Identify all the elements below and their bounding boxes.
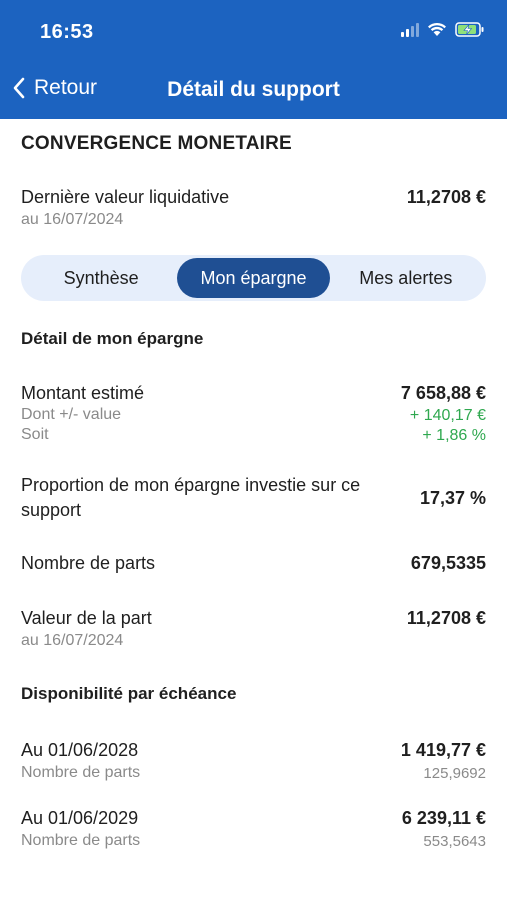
- echeance-amount: 1 419,77 €: [400, 740, 486, 760]
- vl-row: Dernière valeur liquidative au 16/07/202…: [21, 187, 486, 229]
- echeance-row: Au 01/06/2029 Nombre de parts 6 239,11 €…: [21, 808, 486, 850]
- vl-value: 11,2708 €: [406, 187, 486, 207]
- valeur-part-date: au 16/07/2024: [21, 632, 124, 649]
- fund-name: CONVERGENCE MONETAIRE: [21, 133, 292, 154]
- status-bar: 16:53: [0, 0, 507, 64]
- tab-mon-epargne[interactable]: Mon épargne: [177, 258, 330, 298]
- section-title-disponibilite: Disponibilité par échéance: [21, 684, 237, 703]
- montant-label: Montant estimé: [21, 383, 145, 403]
- tab-switcher: Synthèse Mon épargne Mes alertes: [21, 255, 486, 301]
- montant-row: Montant estimé Dont +/- value Soit 7 658…: [21, 383, 486, 445]
- echeance-parts-value: 125,9692: [423, 765, 486, 782]
- echeance-row: Au 01/06/2028 Nombre de parts 1 419,77 €…: [21, 740, 486, 782]
- plus-value-label: Dont +/- value: [21, 406, 122, 423]
- plus-value-value: + 140,17 €: [409, 407, 486, 424]
- nav-bar: Retour Détail du support: [0, 70, 507, 110]
- vl-label: Dernière valeur liquidative: [21, 187, 230, 207]
- montant-value: 7 658,88 €: [400, 383, 486, 403]
- soit-label: Soit: [21, 426, 49, 443]
- echeance-amount: 6 239,11 €: [401, 808, 486, 828]
- valeur-part-label: Valeur de la part: [21, 608, 152, 628]
- parts-label: Nombre de parts: [21, 553, 156, 573]
- signal-icon: [401, 22, 419, 37]
- tab-synthese[interactable]: Synthèse: [25, 258, 177, 298]
- echeance-date: Au 01/06/2028: [21, 740, 139, 760]
- page-title: Détail du support: [167, 78, 340, 101]
- main-content: CONVERGENCE MONETAIRE Dernière valeur li…: [0, 133, 507, 850]
- echeance-parts-label: Nombre de parts: [21, 764, 141, 781]
- echeance-parts-value: 553,5643: [423, 833, 486, 850]
- proportion-row: Proportion de mon épargne investie sur c…: [21, 473, 486, 523]
- status-icons: [401, 22, 485, 37]
- app-header: 16:53 Retour Détail du support: [0, 0, 507, 119]
- parts-value: 679,5335: [410, 553, 486, 573]
- proportion-value: 17,37 %: [419, 487, 486, 508]
- status-time: 16:53: [40, 21, 94, 43]
- tab-mes-alertes[interactable]: Mes alertes: [330, 258, 482, 298]
- battery-charging-icon: [455, 22, 484, 37]
- proportion-label: Proportion de mon épargne investie sur c…: [21, 475, 361, 520]
- wifi-icon: [428, 22, 446, 36]
- soit-value: + 1,86 %: [422, 427, 486, 444]
- section-title-detail: Détail de mon épargne: [21, 329, 204, 348]
- valeur-part-row: Valeur de la part au 16/07/2024 11,2708 …: [21, 608, 486, 650]
- echeance-parts-label: Nombre de parts: [21, 832, 141, 849]
- parts-row: Nombre de parts 679,5335: [21, 553, 486, 574]
- vl-date: au 16/07/2024: [21, 211, 124, 228]
- echeance-date: Au 01/06/2029: [21, 808, 139, 828]
- valeur-part-value: 11,2708 €: [406, 608, 486, 628]
